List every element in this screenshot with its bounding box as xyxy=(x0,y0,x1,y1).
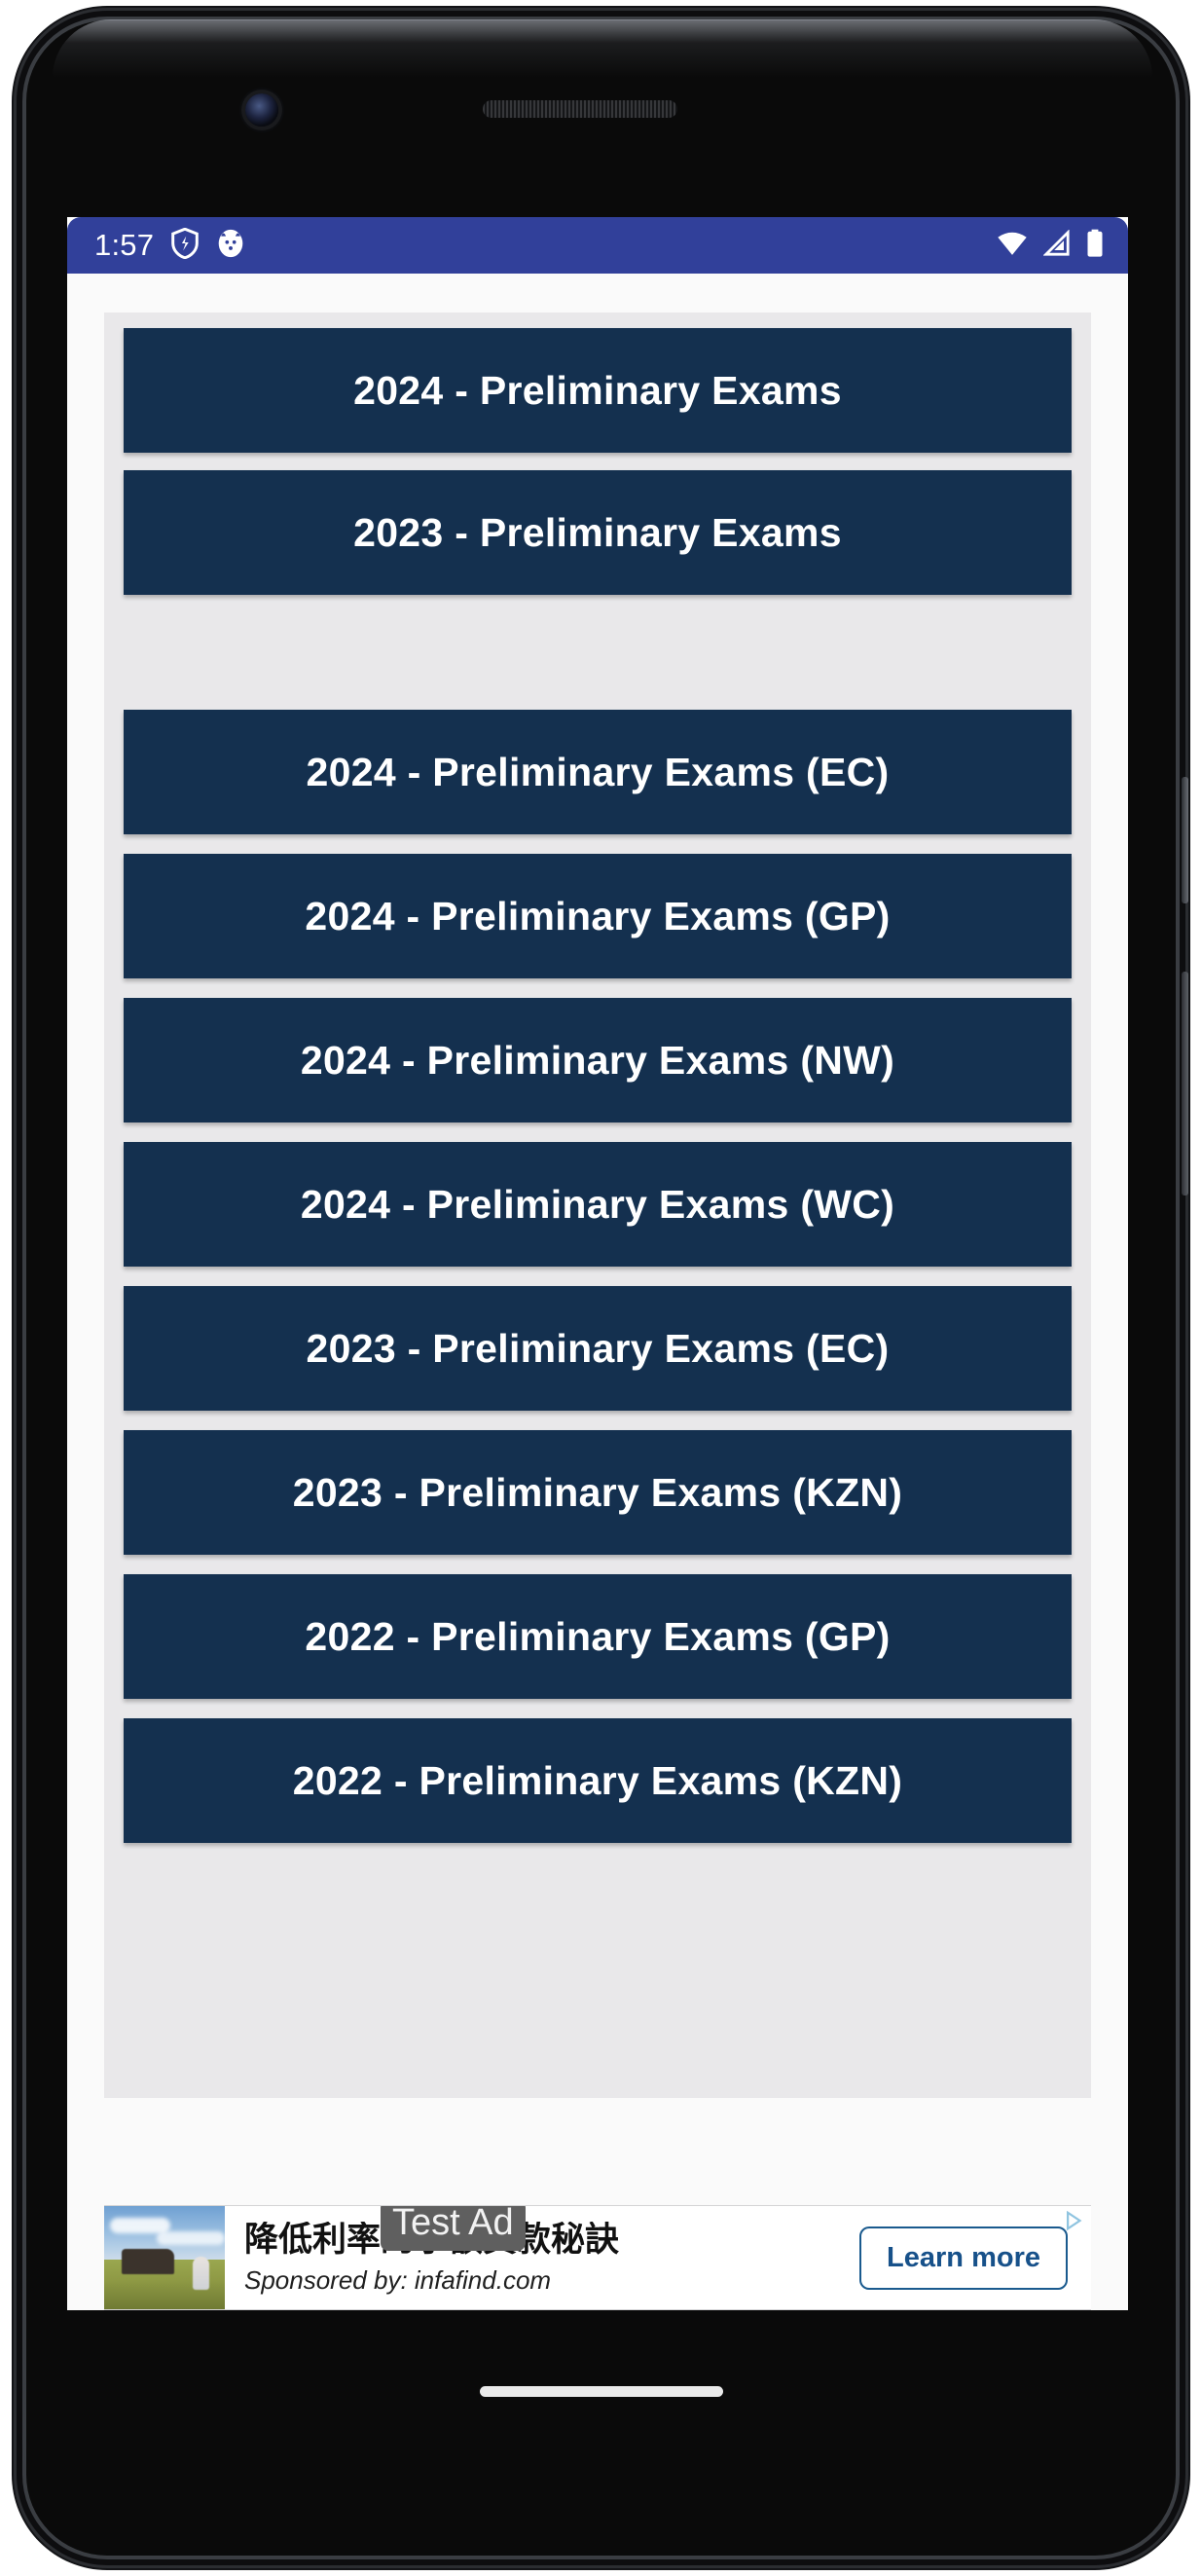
status-bar-clock: 1:57 xyxy=(94,228,155,262)
app-content-area: 2024 - Preliminary Exams 2023 - Prelimin… xyxy=(67,274,1128,2310)
ad-text-block: 降低利率的小額貸款秘訣 Sponsored by: infafind.com T… xyxy=(225,2206,859,2309)
ad-headline: 降低利率的小額貸款秘訣 xyxy=(244,2222,850,2260)
status-bar: 1:57 xyxy=(67,217,1128,274)
status-bar-right xyxy=(996,228,1105,263)
exam-button-2022-preliminary-gp[interactable]: 2022 - Preliminary Exams (GP) xyxy=(124,1574,1072,1699)
shield-icon xyxy=(170,227,200,264)
phone-device-frame: 1:57 2024 - Preliminary Exams 2023 - Pre… xyxy=(14,8,1188,2568)
bezel-highlight xyxy=(53,19,1152,78)
earpiece-speaker-icon xyxy=(483,100,677,118)
home-gesture-indicator[interactable] xyxy=(479,2386,723,2397)
phone-screen: 1:57 2024 - Preliminary Exams 2023 - Pre… xyxy=(67,217,1128,2310)
cell-signal-icon xyxy=(1042,228,1071,262)
exam-button-2024-preliminary-wc[interactable]: 2024 - Preliminary Exams (WC) xyxy=(124,1142,1072,1267)
wifi-icon xyxy=(996,230,1029,262)
exam-button-2023-preliminary[interactable]: 2023 - Preliminary Exams xyxy=(124,470,1072,595)
status-bar-left: 1:57 xyxy=(94,227,245,264)
front-camera-icon xyxy=(245,93,278,127)
exam-button-2024-preliminary-ec[interactable]: 2024 - Preliminary Exams (EC) xyxy=(124,710,1072,834)
ad-banner[interactable]: 降低利率的小額貸款秘訣 Sponsored by: infafind.com T… xyxy=(104,2205,1091,2310)
list-bottom-space xyxy=(104,1862,1091,1968)
exam-button-2022-preliminary-kzn[interactable]: 2022 - Preliminary Exams (KZN) xyxy=(124,1718,1072,1843)
exam-button-2024-preliminary-nw[interactable]: 2024 - Preliminary Exams (NW) xyxy=(124,998,1072,1122)
learn-more-button[interactable]: Learn more xyxy=(859,2226,1068,2290)
exam-list-card: 2024 - Preliminary Exams 2023 - Prelimin… xyxy=(104,313,1091,2098)
ad-sponsor-label: Sponsored by: infafind.com xyxy=(244,2264,552,2295)
volume-button[interactable] xyxy=(1182,972,1188,1196)
power-button[interactable] xyxy=(1182,777,1188,903)
exam-group-provincial: 2024 - Preliminary Exams (EC) 2024 - Pre… xyxy=(104,710,1091,1843)
group-separator xyxy=(104,595,1091,710)
ad-cta-wrapper: Learn more xyxy=(859,2206,1091,2309)
battery-icon xyxy=(1085,229,1105,263)
exam-button-2024-preliminary-gp[interactable]: 2024 - Preliminary Exams (GP) xyxy=(124,854,1072,978)
test-ad-badge: Test Ad xyxy=(381,2206,526,2251)
exam-button-2023-preliminary-ec[interactable]: 2023 - Preliminary Exams (EC) xyxy=(124,1286,1072,1411)
exam-button-2024-preliminary[interactable]: 2024 - Preliminary Exams xyxy=(124,328,1072,453)
adchoices-icon[interactable] xyxy=(1064,2210,1085,2236)
exam-group-national: 2024 - Preliminary Exams 2023 - Prelimin… xyxy=(104,328,1091,595)
ad-thumbnail-image xyxy=(104,2206,225,2309)
exam-button-2023-preliminary-kzn[interactable]: 2023 - Preliminary Exams (KZN) xyxy=(124,1430,1072,1555)
app-notification-icon xyxy=(216,228,245,264)
